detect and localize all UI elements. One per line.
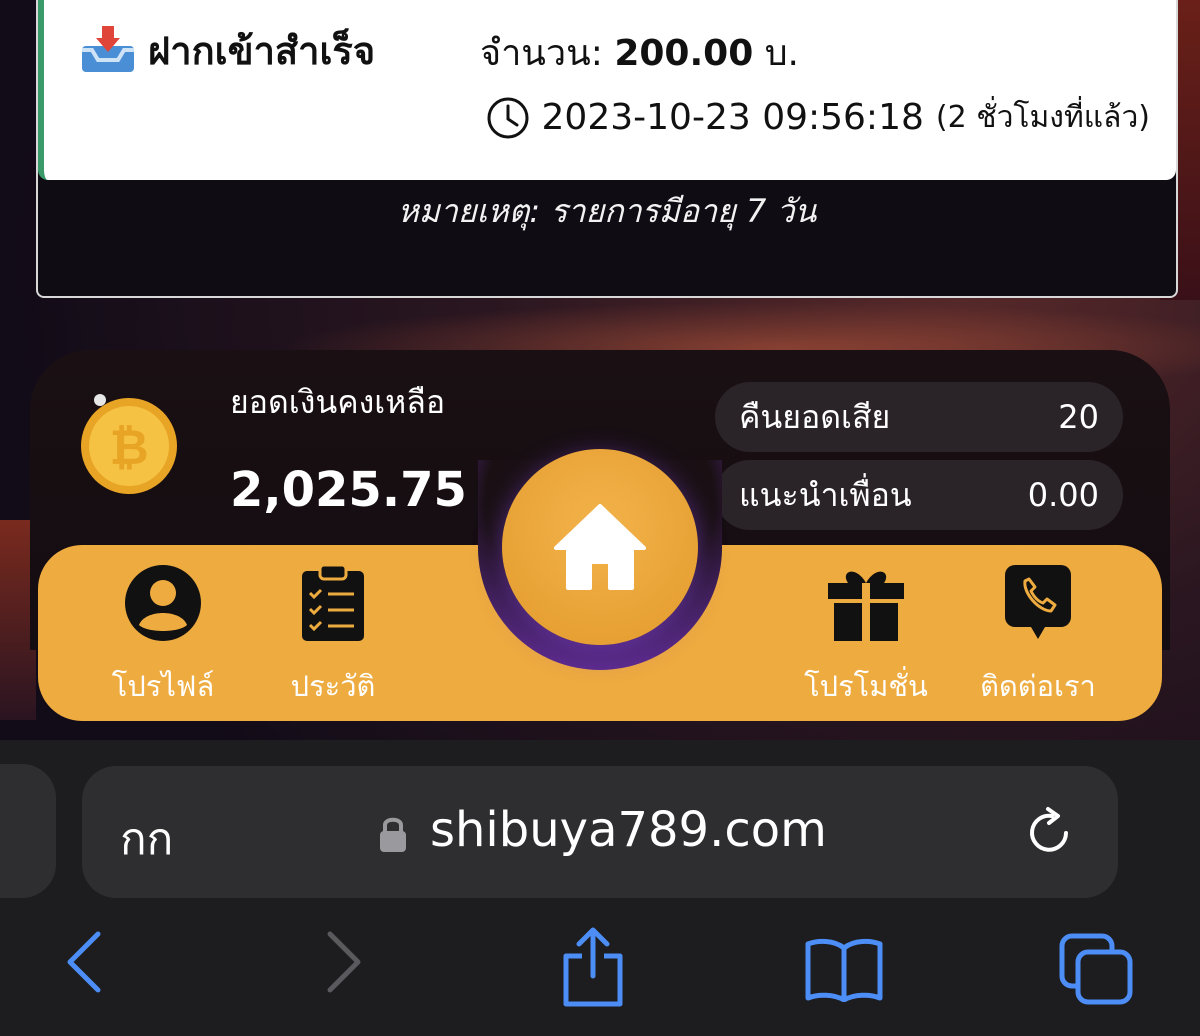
user-icon [125, 565, 201, 641]
forward-icon[interactable] [322, 928, 366, 996]
amount-value: 200.00 [614, 33, 754, 74]
cashback-pill[interactable]: คืนยอดเสีย 20 [715, 382, 1123, 452]
previous-tab-stub[interactable] [0, 764, 56, 898]
home-icon [554, 504, 646, 590]
nav-contact[interactable]: ติดต่อเรา [968, 563, 1108, 709]
nav-promotion-label: โปรโมชั่น [804, 669, 928, 703]
transaction-amount: จำนวน: 200.00 บ. [480, 24, 799, 81]
bookmarks-icon[interactable] [804, 936, 884, 1002]
gift-icon [828, 571, 904, 641]
balance-label: ยอดเงินคงเหลือ [230, 383, 446, 421]
tabs-icon[interactable] [1058, 932, 1134, 1006]
transaction-note: หมายเหตุ: รายการมีอายุ 7 วัน [397, 192, 817, 230]
referral-label: แนะนำเพื่อน [739, 475, 912, 514]
nav-profile[interactable]: โปรไฟล์ [98, 563, 228, 709]
nav-profile-label: โปรไฟล์ [111, 669, 215, 703]
transaction-time-row: 2023-10-23 09:56:18 (2 ชั่วโมงที่แล้ว) [486, 94, 1150, 141]
cashback-label: คืนยอดเสีย [739, 397, 891, 436]
transaction-title: ฝากเข้าสำเร็จ [148, 29, 376, 73]
home-button[interactable] [502, 449, 698, 645]
reload-icon[interactable] [1022, 806, 1076, 860]
bitcoin-coin-icon: ₿ [81, 394, 177, 494]
address-bar[interactable]: กก shibuya789.com [82, 766, 1118, 898]
balance-value: 2,025.75 [230, 462, 467, 518]
referral-pill[interactable]: แนะนำเพื่อน 0.00 [715, 460, 1123, 530]
transaction-timestamp: 2023-10-23 09:56:18 [541, 97, 924, 138]
amount-label: จำนวน: [480, 33, 603, 74]
lock-icon [380, 817, 406, 852]
clipboard-icon [302, 563, 364, 641]
referral-value: 0.00 [1027, 476, 1099, 514]
nav-promotion[interactable]: โปรโมชั่น [796, 563, 936, 709]
clock-icon [487, 97, 529, 138]
back-icon[interactable] [62, 928, 106, 996]
url-text[interactable]: shibuya789.com [430, 802, 827, 858]
text-size-button[interactable]: กก [120, 804, 173, 874]
cashback-value: 20 [1058, 398, 1099, 436]
phone-icon [1005, 565, 1071, 639]
share-icon[interactable] [560, 926, 626, 1008]
transaction-relative-time: (2 ชั่วโมงที่แล้ว) [935, 100, 1150, 135]
browser-toolbar: กก shibuya789.com [0, 740, 1200, 1036]
svg-text:₿: ₿ [109, 420, 148, 476]
nav-history-label: ประวัติ [290, 669, 376, 703]
transaction-card: ฝากเข้าสำเร็จ จำนวน: 200.00 บ. 2023-10-2… [38, 0, 1176, 180]
nav-history[interactable]: ประวัติ [268, 563, 398, 709]
nav-contact-label: ติดต่อเรา [980, 669, 1096, 703]
amount-unit: บ. [764, 33, 799, 74]
inbox-tray-icon [82, 26, 134, 72]
